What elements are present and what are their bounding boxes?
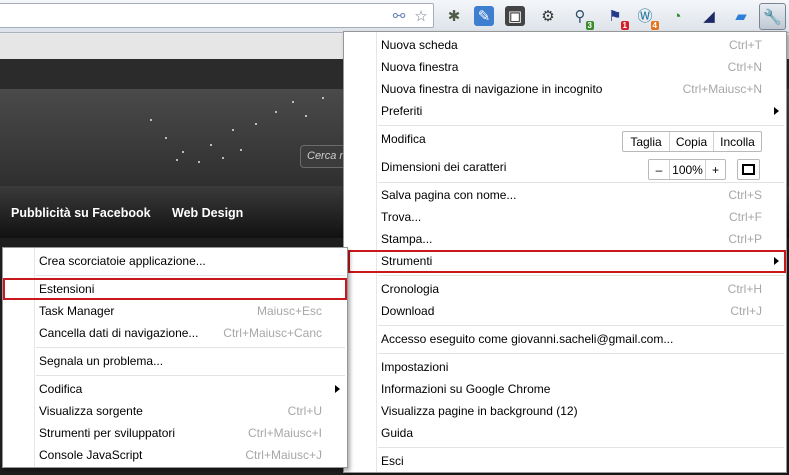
submenu-item-encoding[interactable]: Codifica: [3, 378, 347, 400]
flag-icon[interactable]: ⚑ 1: [604, 5, 629, 30]
menu-row-zoom: Dimensioni dei caratteri – 100% +: [344, 156, 786, 180]
timer-icon[interactable]: ◔: [666, 5, 688, 27]
magnifier-badge: 3: [585, 21, 594, 30]
menu-item-new-tab[interactable]: Nuova scheda Ctrl+T: [344, 34, 786, 56]
menu-item-downloads[interactable]: Download Ctrl+J: [344, 300, 786, 322]
browser-toolbar: ⚯ ☆ ✱ ✎ ▣ ⚙ ⚲ 3 ⚑ 1 Ⓦ 4 ◔ ◢ ▰ 🔧: [0, 0, 789, 33]
menu-item-save-page[interactable]: Salva pagina con nome... Ctrl+S: [344, 184, 786, 206]
submenu-item-clear-data[interactable]: Cancella dati di navigazione... Ctrl+Mai…: [3, 322, 347, 344]
menu-separator: [378, 125, 784, 126]
wordpress-badge: 4: [650, 21, 659, 30]
menu-item-history[interactable]: Cronologia Ctrl+H: [344, 278, 786, 300]
copy-button[interactable]: Copia: [669, 132, 713, 151]
extensions-highlight-box: [3, 278, 347, 300]
menu-item-settings[interactable]: Impostazioni: [344, 356, 786, 378]
zoom-level-value: 100%: [669, 160, 705, 179]
edit-button-group: Taglia Copia Incolla: [622, 131, 762, 152]
menu-separator: [378, 353, 784, 354]
nav-link-web-design[interactable]: Web Design: [172, 206, 243, 220]
menu-separator: [378, 325, 784, 326]
menu-separator: [36, 347, 345, 348]
address-bar[interactable]: [0, 3, 434, 28]
zoom-out-button[interactable]: –: [649, 160, 669, 179]
submenu-item-report-issue[interactable]: Segnala un problema...: [3, 350, 347, 372]
menu-separator: [36, 375, 345, 376]
magnifier-icon[interactable]: ⚲ 3: [569, 5, 594, 30]
menu-separator: [378, 447, 784, 448]
submenu-item-view-source[interactable]: Visualizza sorgente Ctrl+U: [3, 400, 347, 422]
flag-badge: 1: [620, 21, 629, 30]
menu-item-incognito[interactable]: Nuova finestra di navigazione in incogni…: [344, 78, 786, 100]
submenu-item-js-console[interactable]: Console JavaScript Ctrl+Maiusc+J: [3, 444, 347, 466]
zoom-control-group: – 100% +: [648, 159, 726, 180]
submenu-item-dev-tools[interactable]: Strumenti per sviluppatori Ctrl+Maiusc+I: [3, 422, 347, 444]
menu-separator: [378, 275, 784, 276]
submenu-arrow-icon: [335, 385, 340, 393]
menu-item-new-window[interactable]: Nuova finestra Ctrl+N: [344, 56, 786, 78]
gauge-icon[interactable]: ◢: [698, 5, 720, 27]
tools-submenu: Crea scorciatoie applicazione... Estensi…: [2, 247, 348, 468]
cut-button[interactable]: Taglia: [623, 132, 669, 151]
fullscreen-icon: [742, 164, 755, 175]
bug-icon[interactable]: ✱: [443, 5, 465, 27]
menu-item-signed-in[interactable]: Accesso eseguito come giovanni.sacheli@g…: [344, 328, 786, 350]
tools-highlight-box: [348, 250, 786, 273]
menu-item-exit[interactable]: Esci: [344, 450, 786, 472]
puzzle-icon[interactable]: ✎: [474, 6, 494, 26]
menu-separator: [378, 182, 784, 183]
menu-item-about[interactable]: Informazioni su Google Chrome: [344, 378, 786, 400]
menu-item-find[interactable]: Trova... Ctrl+F: [344, 206, 786, 228]
menu-item-help[interactable]: Guida: [344, 422, 786, 444]
gear-icon[interactable]: ⚙: [537, 5, 559, 27]
menu-item-print[interactable]: Stampa... Ctrl+P: [344, 228, 786, 250]
menu-separator: [36, 275, 345, 276]
wrench-icon: 🔧: [763, 8, 782, 26]
star-icon[interactable]: ☆: [410, 5, 432, 27]
nav-link-facebook[interactable]: Pubblicità su Facebook: [11, 206, 151, 220]
note-icon[interactable]: ▰: [730, 5, 752, 27]
submenu-arrow-icon: [774, 107, 779, 115]
menu-item-bookmarks[interactable]: Preferiti: [344, 100, 786, 122]
chrome-main-menu: Nuova scheda Ctrl+T Nuova finestra Ctrl+…: [343, 31, 787, 473]
link-icon[interactable]: ⚯: [388, 5, 410, 27]
paste-button[interactable]: Incolla: [713, 132, 761, 151]
evernote-icon[interactable]: ▣: [505, 6, 525, 26]
fullscreen-button[interactable]: [737, 159, 760, 180]
menu-row-edit: Modifica Taglia Copia Incolla: [344, 128, 786, 152]
submenu-item-create-shortcuts[interactable]: Crea scorciatoie applicazione...: [3, 250, 347, 272]
submenu-item-task-manager[interactable]: Task Manager Maiusc+Esc: [3, 300, 347, 322]
wrench-menu-button[interactable]: 🔧: [759, 3, 786, 30]
wordpress-icon[interactable]: Ⓦ 4: [634, 5, 659, 30]
zoom-in-button[interactable]: +: [705, 160, 725, 179]
menu-item-background-pages[interactable]: Visualizza pagine in background (12): [344, 400, 786, 422]
